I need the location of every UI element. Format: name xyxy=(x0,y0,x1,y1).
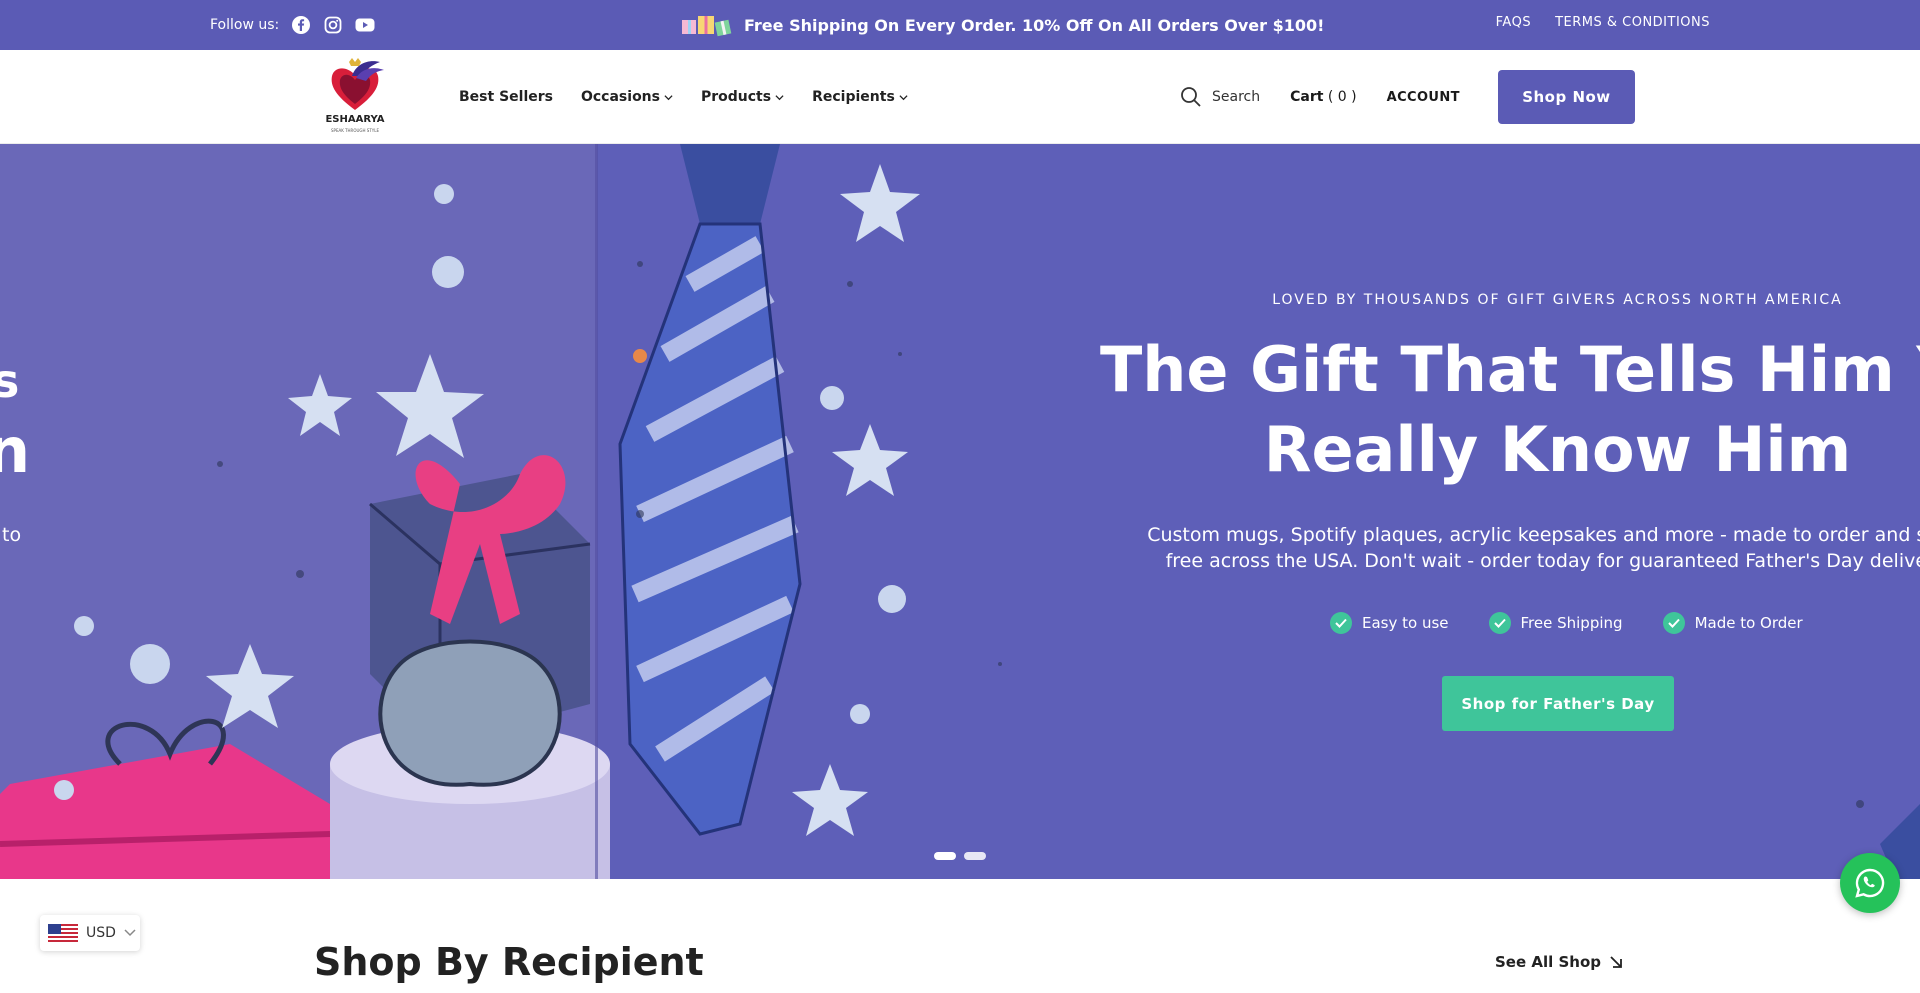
cart-count: ( 0 ) xyxy=(1327,89,1357,105)
shop-fathers-day-button[interactable]: Shop for Father's Day xyxy=(1442,676,1674,731)
check-icon xyxy=(1488,612,1511,634)
announcement-bar: Follow us: Free Shipping On Every Order.… xyxy=(0,0,1920,50)
see-all-link[interactable]: See All Shop xyxy=(1495,953,1623,971)
check-icon xyxy=(1330,612,1352,634)
youtube-icon[interactable] xyxy=(355,15,375,35)
feature-item: Made to Order xyxy=(1662,612,1803,634)
account-link[interactable]: ACCOUNT xyxy=(1387,90,1460,105)
nav-label: Occasions xyxy=(580,89,660,105)
promo-text: Free Shipping On Every Order. 10% Off On… xyxy=(744,15,1325,35)
nav-recipients[interactable]: Recipients xyxy=(812,89,908,105)
hero-subcopy: Custom mugs, Spotify plaques, acrylic ke… xyxy=(1100,522,1920,574)
terms-link[interactable]: TERMS & CONDITIONS xyxy=(1555,15,1710,30)
slider-dot[interactable] xyxy=(964,852,986,860)
gift-boxes-icon xyxy=(682,16,732,37)
necktie-illustration xyxy=(618,144,802,836)
whatsapp-chat-button[interactable] xyxy=(1840,853,1900,913)
hero-subcopy-line: Custom mugs, Spotify plaques, acrylic ke… xyxy=(1147,524,1920,546)
previous-slide-fragment: n xyxy=(0,414,31,487)
promo-message: Free Shipping On Every Order. 10% Off On… xyxy=(680,0,1324,50)
feature-label: Easy to use xyxy=(1362,614,1449,632)
hero-headline-line: The Gift That Tells Him You xyxy=(1100,333,1920,406)
heart-wings-logo-icon xyxy=(331,58,384,110)
arrow-down-right-icon xyxy=(1610,956,1622,968)
hero-subcopy-line: free across the USA. Don't wait - order … xyxy=(1165,550,1920,572)
check-icon xyxy=(1662,612,1685,634)
nav-occasions[interactable]: Occasions xyxy=(581,89,673,105)
shop-now-button[interactable]: Shop Now xyxy=(1497,70,1635,124)
logo-wordmark: ESHAARYA xyxy=(325,114,385,125)
hero-illustration xyxy=(0,144,1920,879)
brand-logo[interactable]: ESHAARYA SPEAK THROUGH STYLE xyxy=(322,56,388,136)
main-nav: Best Sellers Occasions Products Recipien… xyxy=(459,50,908,144)
logo-tagline: SPEAK THROUGH STYLE xyxy=(331,128,379,133)
slider-dot[interactable] xyxy=(934,852,956,860)
whatsapp-icon xyxy=(1855,868,1885,898)
faqs-link[interactable]: FAQS xyxy=(1496,15,1531,30)
header-actions: Search Cart ( 0 ) ACCOUNT Shop Now xyxy=(1180,50,1635,144)
search-label: Search xyxy=(1212,89,1261,105)
hero-headline-line: Really Know Him xyxy=(1263,413,1852,486)
search-icon xyxy=(1181,87,1201,107)
search-trigger[interactable]: Search xyxy=(1180,86,1260,108)
nav-label: Recipients xyxy=(812,89,895,105)
utility-links: FAQS TERMS & CONDITIONS xyxy=(1496,15,1710,30)
hero-slider: s n to LOVED BY THOUSANDS OF GIFT GIVERS… xyxy=(0,144,1920,879)
chevron-down-icon xyxy=(124,929,136,937)
follow-label: Follow us: xyxy=(210,17,280,33)
us-flag-icon xyxy=(48,924,78,942)
hero-eyebrow: LOVED BY THOUSANDS OF GIFT GIVERS ACROSS… xyxy=(1272,292,1843,308)
section-title: Shop By Recipient xyxy=(314,940,704,984)
feature-label: Free Shipping xyxy=(1520,614,1623,632)
follow-us: Follow us: xyxy=(210,0,375,50)
facebook-icon[interactable] xyxy=(291,15,311,35)
chevron-down-icon xyxy=(775,94,784,100)
orange-dot-decoration xyxy=(633,349,647,363)
see-all-label: See All Shop xyxy=(1495,953,1602,971)
slider-dots xyxy=(934,852,986,860)
feature-item: Free Shipping xyxy=(1488,612,1623,634)
instagram-icon[interactable] xyxy=(323,15,343,35)
cart-link[interactable]: Cart ( 0 ) xyxy=(1290,89,1357,105)
nav-label: Best Sellers xyxy=(459,89,553,105)
nav-products[interactable]: Products xyxy=(701,89,784,105)
feature-label: Made to Order xyxy=(1694,614,1803,632)
currency-selector[interactable]: USD xyxy=(40,915,140,951)
hero-headline: The Gift That Tells Him You Really Know … xyxy=(1100,330,1920,490)
gift-box-pink xyxy=(0,718,331,879)
previous-slide-fragment: s xyxy=(0,354,20,408)
hero-features: Easy to use Free Shipping Made to Order xyxy=(1330,612,1803,634)
chevron-down-icon xyxy=(664,94,673,100)
cart-label: Cart xyxy=(1290,89,1324,105)
site-header: ESHAARYA SPEAK THROUGH STYLE Best Seller… xyxy=(0,50,1920,144)
chevron-down-icon xyxy=(899,94,908,100)
currency-code: USD xyxy=(86,925,116,941)
previous-slide-fragment: to xyxy=(2,524,22,546)
nav-label: Products xyxy=(700,89,772,105)
feature-item: Easy to use xyxy=(1330,612,1449,634)
nav-best-sellers[interactable]: Best Sellers xyxy=(459,89,553,105)
